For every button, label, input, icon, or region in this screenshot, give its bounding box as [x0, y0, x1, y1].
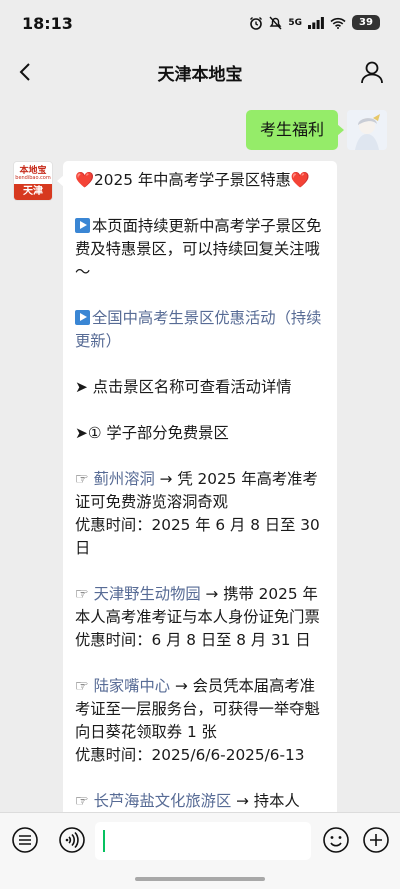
- reply-tip: ➤ 点击景区名称可查看活动详情: [75, 376, 325, 399]
- chat-title: 天津本地宝: [0, 60, 400, 85]
- emoji-icon[interactable]: [322, 826, 350, 854]
- scenic-time: 优惠时间：6 月 8 日至 8 月 31 日: [75, 631, 311, 649]
- user-avatar[interactable]: [347, 110, 387, 150]
- scenic-link-jizhou-cave[interactable]: 蓟州溶洞: [94, 470, 155, 488]
- signal-icon: [308, 17, 324, 29]
- reply-message-bubble[interactable]: ❤️2025 年中高考学子景区特惠❤️ 本页面持续更新中高考学子景区免费及特惠景…: [63, 161, 337, 812]
- reply-intro: 本页面持续更新中高考学子景区免费及特惠景区，可以持续回复关注哦～: [75, 215, 325, 284]
- alarm-icon: [249, 16, 263, 30]
- network-label: 5G: [288, 18, 302, 28]
- text-caret: [103, 830, 105, 852]
- battery-indicator: 39: [352, 15, 380, 30]
- status-icons: 5G 39: [249, 15, 380, 30]
- play-icon: [75, 218, 90, 233]
- scenic-item: ☞ 陆家嘴中心 → 会员凭本届高考准考证至一层服务台，可获得一举夺魁向日葵花领取…: [75, 675, 325, 767]
- scenic-link-lujiazui-center[interactable]: 陆家嘴中心: [94, 677, 171, 695]
- reply-heading: ❤️2025 年中高考学子景区特惠❤️: [75, 169, 325, 192]
- scenic-item: ☞ 天津野生动物园 → 携带 2025 年本人高考准考证与本人身份证免门票优惠时…: [75, 583, 325, 652]
- home-indicator: [135, 877, 265, 881]
- scenic-time: 优惠时间：2025 年 6 月 8 日至 30 日: [75, 516, 320, 557]
- sent-message-bubble[interactable]: 考生福利: [246, 110, 338, 150]
- mute-icon: [269, 16, 282, 30]
- chat-area[interactable]: 考生福利 本地宝 bendibao.com 天津 ❤️2025 年中高考学子景区…: [0, 96, 400, 812]
- scenic-link-changlu-salt[interactable]: 长芦海盐文化旅游区: [94, 792, 232, 810]
- scenic-time: 优惠时间：2025/6/6-2025/6-13: [75, 746, 305, 764]
- scenic-item: ☞ 蓟州溶洞 → 凭 2025 年高考准考证可免费游览溶洞奇观优惠时间：2025…: [75, 468, 325, 560]
- wifi-icon: [330, 17, 346, 29]
- message-input[interactable]: [95, 822, 311, 860]
- bot-avatar-logo: 本地宝 bendibao.com: [14, 162, 52, 185]
- chat-header: 天津本地宝: [0, 48, 400, 96]
- list-menu-icon[interactable]: [11, 826, 39, 854]
- status-time: 18:13: [22, 14, 73, 33]
- voice-icon[interactable]: [58, 826, 86, 854]
- plus-icon[interactable]: [362, 826, 390, 854]
- section-title: ➤① 学子部分免费景区: [75, 422, 325, 445]
- person-icon[interactable]: [358, 58, 386, 86]
- status-bar: 18:13 5G 39: [0, 0, 400, 48]
- bot-avatar[interactable]: 本地宝 bendibao.com 天津: [13, 161, 53, 201]
- chat-input-bar: [0, 812, 400, 889]
- national-promo-link[interactable]: 全国中高考生景区优惠活动（持续更新）: [75, 307, 325, 353]
- scenic-item: ☞ 长芦海盐文化旅游区 → 持本人: [75, 790, 325, 812]
- user-avatar-image: [347, 110, 387, 150]
- play-icon: [75, 310, 90, 325]
- scenic-link-wildlife-park[interactable]: 天津野生动物园: [94, 585, 201, 603]
- bot-avatar-city: 天津: [14, 184, 52, 200]
